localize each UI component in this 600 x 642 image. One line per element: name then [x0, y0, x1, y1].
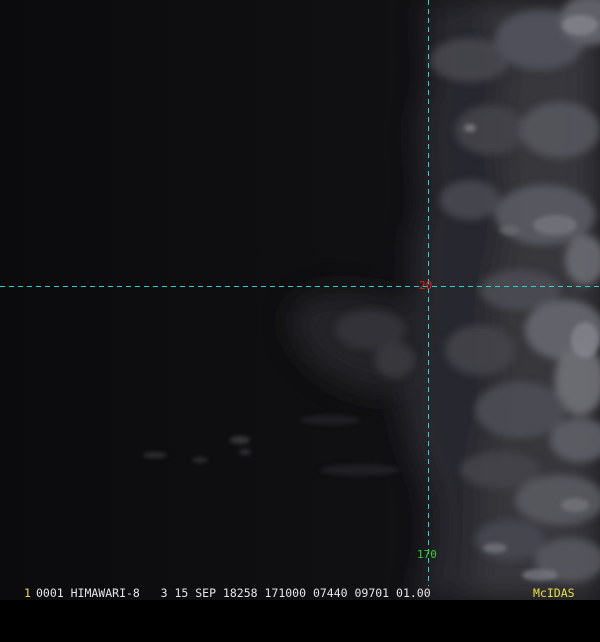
- satellite-image: [0, 0, 600, 600]
- longitude-label: 170: [417, 548, 437, 561]
- image-header-bar: 1 0001 HIMAWARI-8 3 15 SEP 18258 171000 …: [0, 586, 600, 600]
- latitude-label: 20: [419, 279, 433, 292]
- mcidas-branding: McIDAS: [533, 586, 575, 600]
- frame-number: 1: [24, 586, 31, 600]
- image-metadata-text: 0001 HIMAWARI-8 3 15 SEP 18258 171000 07…: [36, 586, 431, 600]
